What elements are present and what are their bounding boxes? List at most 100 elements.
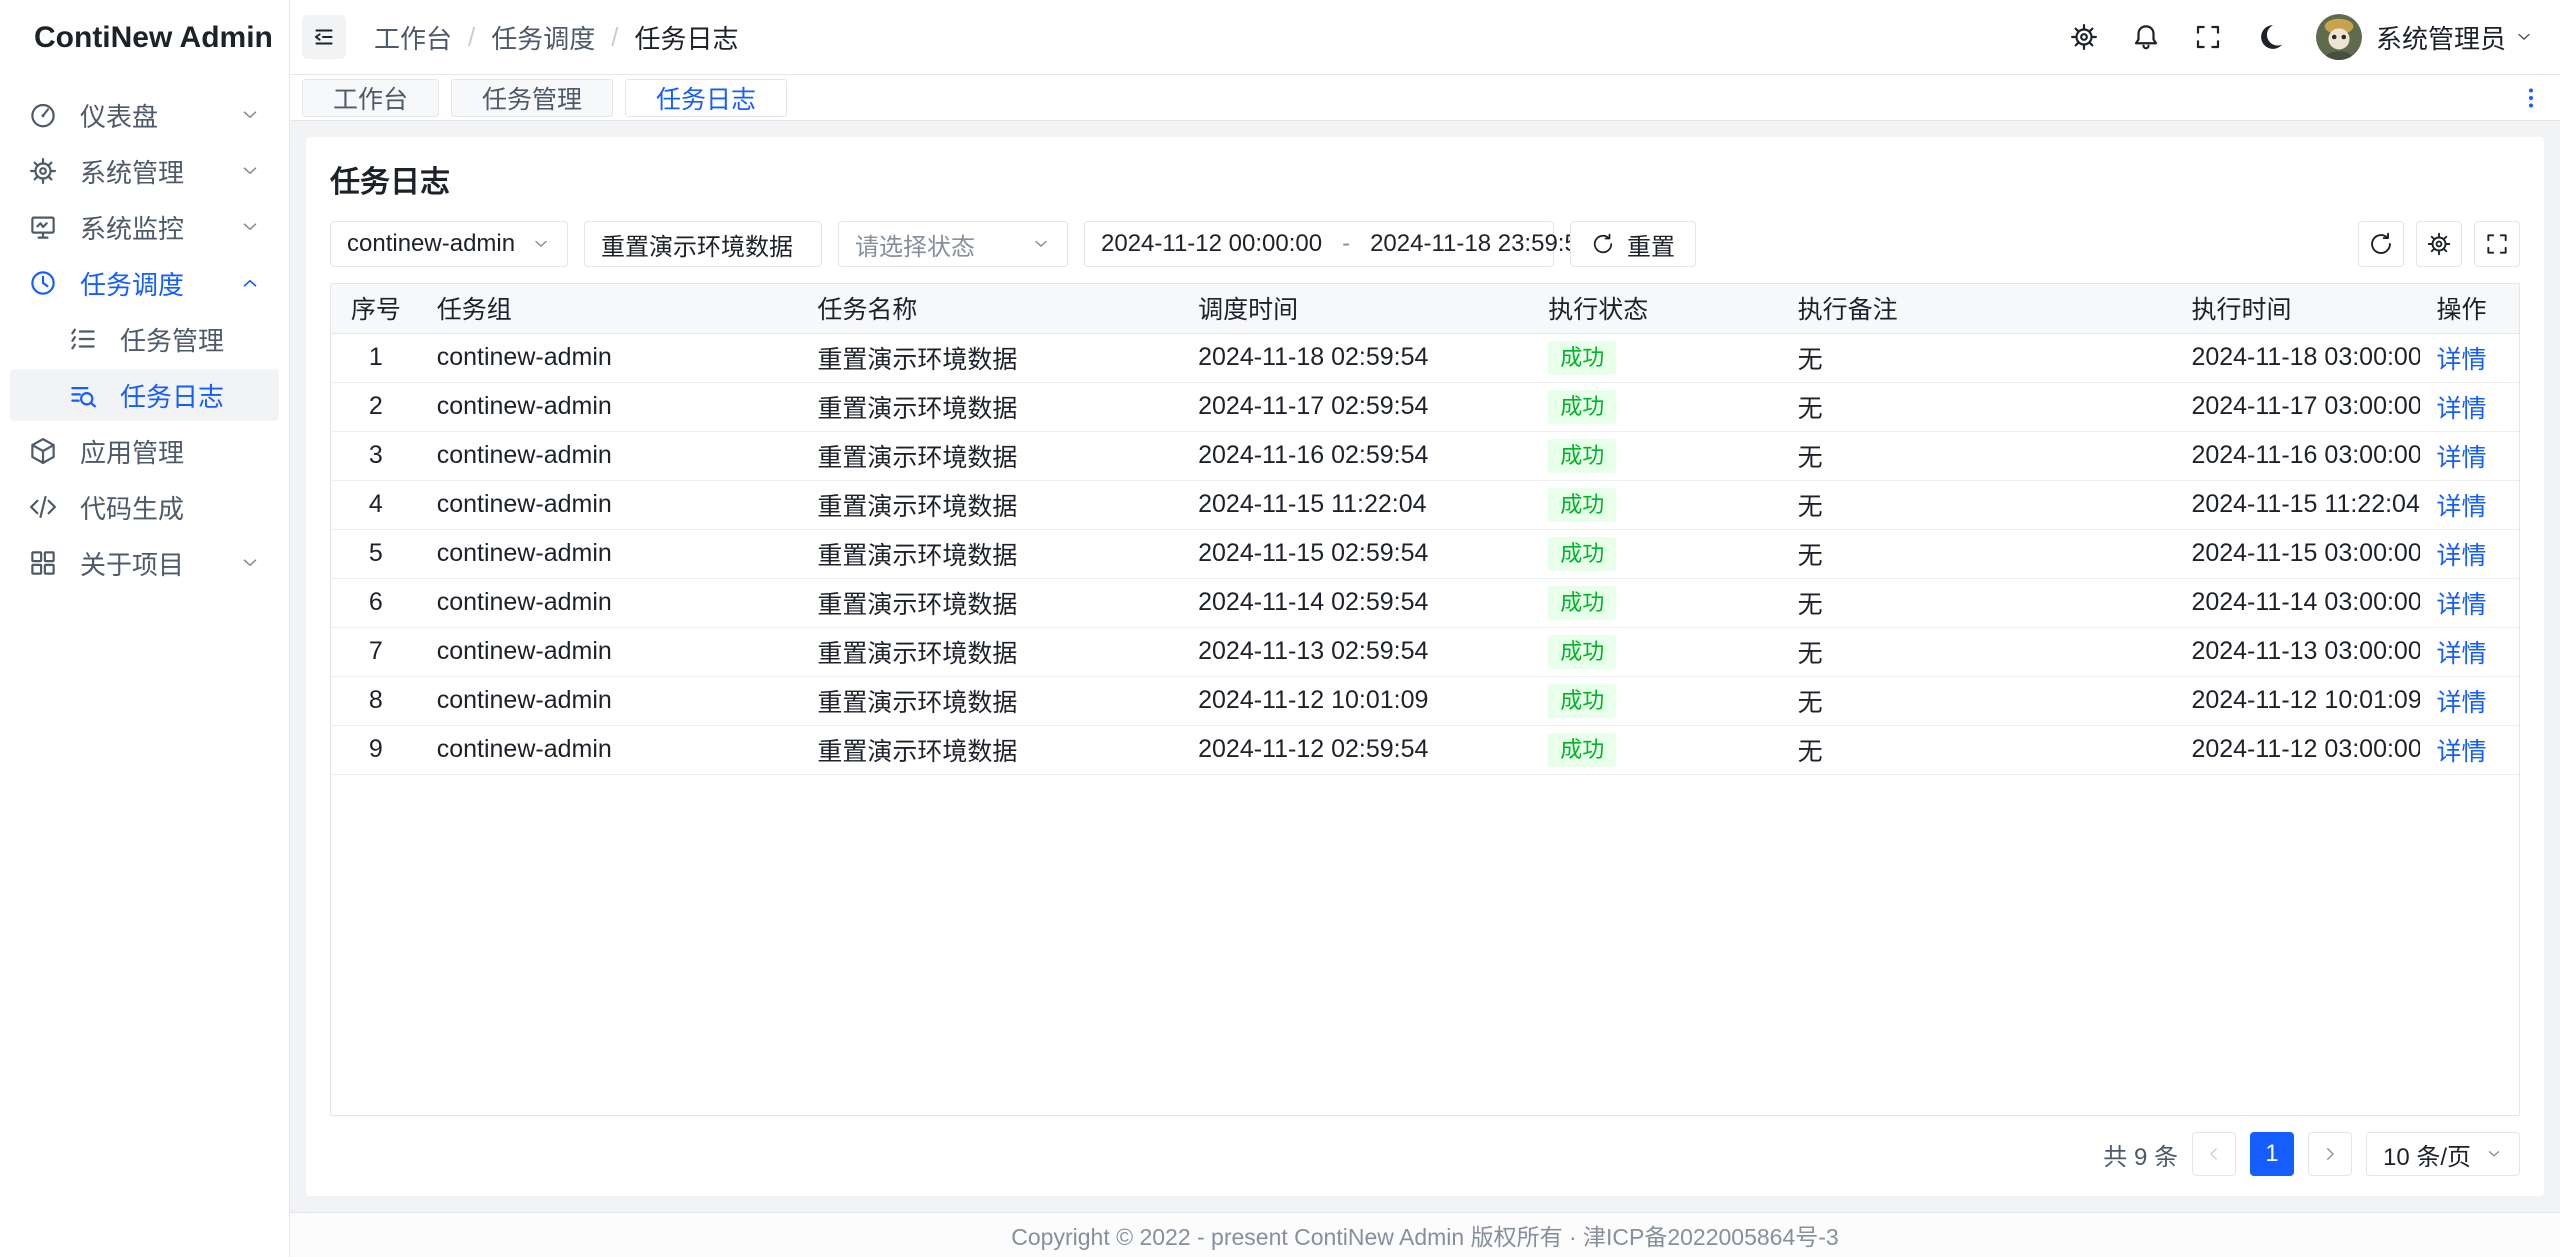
sidebar: ContiNew Admin 仪表盘系统管理系统监控任务调度任务管理任务日志应用… [0, 0, 290, 1257]
date-end: 2024-11-18 23:59:59 [1370, 230, 1591, 258]
cell-schedule-time: 2024-11-18 02:59:54 [1182, 333, 1532, 382]
cell-remark: 无 [1782, 627, 2176, 676]
cell-action: 详情 [2420, 333, 2519, 382]
cell-schedule-time: 2024-11-17 02:59:54 [1182, 382, 1532, 431]
prev-page-button[interactable] [2192, 1132, 2236, 1176]
cell-name: 重置演示环境数据 [801, 676, 1182, 725]
sidebar-item-label: 任务管理 [120, 321, 261, 358]
table-row: 1continew-admin重置演示环境数据2024-11-18 02:59:… [331, 333, 2519, 382]
detail-link[interactable]: 详情 [2436, 689, 2486, 717]
chevron-down-icon [239, 104, 261, 126]
sidebar-item-about-project[interactable]: 关于项目 [10, 537, 279, 589]
copyright-text: Copyright © 2022 - present ContiNew Admi… [1011, 1218, 1838, 1252]
table-fullscreen-button[interactable] [2474, 221, 2520, 267]
cell-action: 详情 [2420, 725, 2519, 774]
detail-link[interactable]: 详情 [2436, 640, 2486, 668]
cell-name: 重置演示环境数据 [801, 578, 1182, 627]
column-settings-button[interactable] [2416, 221, 2462, 267]
dots-vertical-icon [2519, 86, 2543, 110]
sidebar-item-task-schedule[interactable]: 任务调度 [10, 257, 279, 309]
cell-exec-time: 2024-11-15 03:00:00 [2175, 529, 2420, 578]
reset-button[interactable]: 重置 [1570, 221, 1696, 267]
chevron-down-icon [1031, 234, 1051, 254]
chevron-up-icon [239, 272, 261, 294]
status-badge: 成功 [1548, 733, 1616, 767]
top-header: 工作台/任务调度/任务日志 [290, 0, 2560, 75]
date-range-picker[interactable]: 2024-11-12 00:00:00 - 2024-11-18 23:59:5… [1084, 221, 1554, 267]
fullscreen-button[interactable] [2184, 13, 2232, 61]
page-number-current[interactable]: 1 [2250, 1132, 2294, 1176]
sidebar-item-app-management[interactable]: 应用管理 [10, 425, 279, 477]
breadcrumb-item[interactable]: 工作台 [374, 19, 452, 56]
status-badge: 成功 [1548, 488, 1616, 522]
tab-label: 任务管理 [482, 80, 582, 116]
cell-group: continew-admin [421, 431, 802, 480]
cell-schedule-time: 2024-11-13 02:59:54 [1182, 627, 1532, 676]
sidebar-collapse-button[interactable] [302, 15, 346, 59]
sidebar-item-dashboard[interactable]: 仪表盘 [10, 89, 279, 141]
detail-link[interactable]: 详情 [2436, 444, 2486, 472]
cell-group: continew-admin [421, 676, 802, 725]
column-header: 任务组 [421, 284, 802, 333]
tab-more-button[interactable] [2514, 81, 2548, 115]
cell-no: 2 [331, 382, 421, 431]
cell-status: 成功 [1532, 627, 1781, 676]
cell-remark: 无 [1782, 725, 2176, 774]
sidebar-item-label: 应用管理 [80, 433, 261, 470]
sidebar-item-system-monitor[interactable]: 系统监控 [10, 201, 279, 253]
task-name-input[interactable] [601, 230, 805, 258]
page-size-select[interactable]: 10 条/页 [2366, 1132, 2520, 1176]
breadcrumb-item[interactable]: 任务调度 [491, 19, 595, 56]
cell-group: continew-admin [421, 333, 802, 382]
filter-bar: continew-admin 请选择状态 2024-11-12 00:00:00… [330, 221, 2520, 267]
sidebar-item-code-generation[interactable]: 代码生成 [10, 481, 279, 533]
cell-remark: 无 [1782, 529, 2176, 578]
header-actions: 系统管理员 [2060, 13, 2534, 61]
notifications-button[interactable] [2122, 13, 2170, 61]
column-header: 执行时间 [2175, 284, 2420, 333]
sidebar-item-label: 关于项目 [80, 545, 217, 582]
task-log-table: 序号任务组任务名称调度时间执行状态执行备注执行时间操作 1continew-ad… [331, 284, 2519, 775]
status-badge: 成功 [1548, 341, 1616, 375]
detail-link[interactable]: 详情 [2436, 591, 2486, 619]
tab-workbench[interactable]: 工作台 [302, 79, 439, 117]
cell-action: 详情 [2420, 431, 2519, 480]
pagination: 共 9 条 1 10 条/页 [330, 1132, 2520, 1176]
tab-task-management[interactable]: 任务管理 [451, 79, 613, 117]
user-menu[interactable]: 系统管理员 [2308, 14, 2534, 60]
detail-link[interactable]: 详情 [2436, 738, 2486, 766]
task-group-select[interactable]: continew-admin [330, 221, 568, 267]
cell-no: 3 [331, 431, 421, 480]
dark-mode-button[interactable] [2246, 13, 2294, 61]
tab-task-log[interactable]: 任务日志 [625, 79, 787, 117]
next-page-button[interactable] [2308, 1132, 2352, 1176]
cell-action: 详情 [2420, 382, 2519, 431]
detail-link[interactable]: 详情 [2436, 542, 2486, 570]
cell-no: 1 [331, 333, 421, 382]
breadcrumb-separator: / [611, 22, 618, 53]
tab-bar: 工作台 任务管理 任务日志 [290, 75, 2560, 121]
detail-link[interactable]: 详情 [2436, 346, 2486, 374]
cell-schedule-time: 2024-11-15 11:22:04 [1182, 480, 1532, 529]
column-header: 任务名称 [801, 284, 1182, 333]
sidebar-item-task-management[interactable]: 任务管理 [10, 313, 279, 365]
settings-button[interactable] [2060, 13, 2108, 61]
cell-remark: 无 [1782, 480, 2176, 529]
sidebar-item-task-log[interactable]: 任务日志 [10, 369, 279, 421]
refresh-table-button[interactable] [2358, 221, 2404, 267]
table-toolbar [2358, 221, 2520, 267]
cell-group: continew-admin [421, 529, 802, 578]
cell-no: 8 [331, 676, 421, 725]
sidebar-item-system-management[interactable]: 系统管理 [10, 145, 279, 197]
cell-exec-time: 2024-11-13 03:00:00 [2175, 627, 2420, 676]
chevron-right-icon [2321, 1145, 2339, 1163]
cell-name: 重置演示环境数据 [801, 382, 1182, 431]
detail-link[interactable]: 详情 [2436, 493, 2486, 521]
logo[interactable]: ContiNew Admin [0, 0, 289, 75]
cell-status: 成功 [1532, 382, 1781, 431]
detail-link[interactable]: 详情 [2436, 395, 2486, 423]
status-select[interactable]: 请选择状态 [838, 221, 1068, 267]
cell-schedule-time: 2024-11-16 02:59:54 [1182, 431, 1532, 480]
breadcrumb-item[interactable]: 任务日志 [635, 19, 739, 56]
column-header: 调度时间 [1182, 284, 1532, 333]
